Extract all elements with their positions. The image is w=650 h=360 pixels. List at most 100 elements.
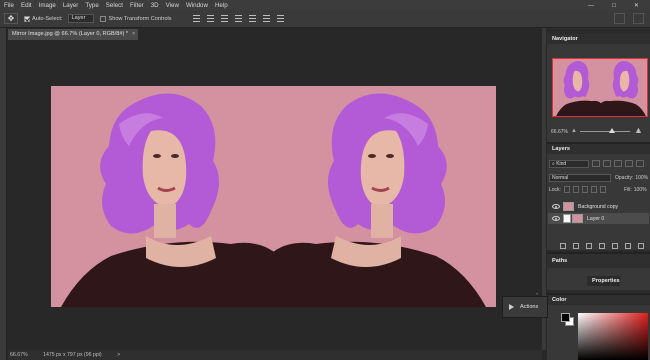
portrait-right bbox=[236, 93, 486, 307]
layer-row-layer-0[interactable]: Layer 0 bbox=[548, 213, 649, 224]
minimize-button[interactable]: — bbox=[588, 2, 594, 9]
photoshop-window: File Edit Image Layer Type Select Filter… bbox=[0, 0, 650, 360]
align-vcenter-icon[interactable] bbox=[206, 14, 216, 23]
align-buttons bbox=[192, 14, 286, 23]
distribute-icon[interactable] bbox=[276, 14, 286, 23]
menu-image[interactable]: Image bbox=[39, 2, 56, 9]
fill-value[interactable]: 100% bbox=[634, 187, 647, 193]
menu-view[interactable]: View bbox=[166, 2, 179, 9]
status-menu-arrow[interactable]: > bbox=[117, 352, 120, 358]
navigator-zoom-slider[interactable] bbox=[580, 131, 630, 132]
filter-pixel-icon[interactable] bbox=[592, 160, 600, 167]
actions-panel[interactable]: Actions bbox=[502, 296, 548, 318]
layer-filter-kind[interactable]: ⌕ Kind bbox=[549, 159, 589, 168]
status-doc-size: 1475 px x 797 px (96 ppi) bbox=[43, 352, 102, 358]
blend-mode-dropdown[interactable]: Normal bbox=[549, 173, 611, 182]
opacity-label: Opacity: bbox=[615, 174, 634, 181]
search-icon[interactable] bbox=[614, 13, 625, 24]
layers-tab[interactable]: Layers bbox=[547, 144, 650, 154]
zoom-slider-handle[interactable] bbox=[609, 128, 615, 133]
visibility-eye-icon[interactable] bbox=[552, 216, 560, 221]
actions-label: Actions bbox=[520, 304, 539, 310]
window-controls: — □ ✕ bbox=[588, 0, 646, 10]
menu-layer[interactable]: Layer bbox=[63, 2, 78, 9]
filter-shape-icon[interactable] bbox=[625, 160, 633, 167]
layer-thumbnail bbox=[572, 214, 583, 223]
lock-image-icon[interactable] bbox=[572, 186, 579, 193]
lock-position-icon[interactable] bbox=[581, 186, 588, 193]
document-canvas[interactable] bbox=[51, 86, 496, 307]
menu-3d[interactable]: 3D bbox=[151, 2, 159, 9]
lock-row: Lock: Fill: 100% bbox=[549, 185, 647, 194]
navigator-zoom-value[interactable]: 66.67% bbox=[551, 129, 568, 135]
navigator-thumbnail[interactable] bbox=[552, 58, 648, 117]
move-tool-icon[interactable]: ✥ bbox=[4, 13, 18, 24]
options-right-tools bbox=[614, 13, 644, 24]
align-hcenter-icon[interactable] bbox=[248, 14, 258, 23]
layers-footer bbox=[560, 243, 644, 249]
transform-controls-label: Show Transform Controls bbox=[108, 15, 172, 22]
play-icon bbox=[509, 304, 514, 310]
zoom-out-icon[interactable]: ▲ bbox=[571, 128, 577, 134]
align-left-icon[interactable] bbox=[234, 14, 244, 23]
adjustment-layer-icon[interactable] bbox=[599, 243, 605, 249]
auto-select-label: Auto-Select: bbox=[32, 15, 63, 22]
lock-transparent-icon[interactable] bbox=[563, 186, 570, 193]
blend-row: Normal Opacity: 100% bbox=[549, 173, 648, 182]
workspace-icon[interactable] bbox=[633, 13, 644, 24]
status-zoom[interactable]: 66.67% bbox=[10, 352, 28, 358]
close-tab-icon[interactable]: × bbox=[132, 31, 135, 37]
layer-row-background-copy[interactable]: Background copy bbox=[548, 201, 649, 212]
new-layer-icon[interactable] bbox=[625, 243, 631, 249]
lock-label: Lock: bbox=[549, 186, 561, 193]
foreground-color-swatch[interactable] bbox=[561, 313, 570, 322]
menu-file[interactable]: File bbox=[4, 2, 14, 9]
align-top-icon[interactable] bbox=[192, 14, 202, 23]
zoom-in-icon[interactable]: ▲ bbox=[634, 125, 643, 135]
opacity-value[interactable]: 100% bbox=[635, 175, 648, 181]
close-button[interactable]: ✕ bbox=[634, 2, 639, 9]
navigator-tab[interactable]: Navigator bbox=[547, 34, 650, 44]
auto-select-checkbox[interactable] bbox=[24, 15, 30, 22]
layers-filter-row: ⌕ Kind bbox=[549, 159, 644, 168]
tools-panel[interactable] bbox=[0, 28, 7, 360]
filter-type-icon[interactable] bbox=[614, 160, 622, 167]
color-tab[interactable]: Color bbox=[547, 295, 650, 305]
lock-all-icon[interactable] bbox=[599, 186, 606, 193]
delete-layer-icon[interactable] bbox=[638, 243, 644, 249]
maximize-button[interactable]: □ bbox=[612, 2, 616, 9]
menu-filter[interactable]: Filter bbox=[130, 2, 144, 9]
align-right-icon[interactable] bbox=[262, 14, 272, 23]
menu-help[interactable]: Help bbox=[215, 2, 228, 9]
align-bottom-icon[interactable] bbox=[220, 14, 230, 23]
document-tab[interactable]: Mirror Image.jpg @ 66.7% (Layer 0, RGB/8… bbox=[8, 29, 138, 40]
menu-window[interactable]: Window bbox=[186, 2, 208, 9]
options-bar: ✥ Auto-Select: Layer Show Transform Cont… bbox=[0, 10, 650, 28]
menu-select[interactable]: Select bbox=[106, 2, 123, 9]
new-group-icon[interactable] bbox=[612, 243, 618, 249]
document-tab-title: Mirror Image.jpg @ 66.7% (Layer 0, RGB/8… bbox=[12, 31, 129, 37]
layer-name: Layer 0 bbox=[587, 215, 605, 222]
lock-artboard-icon[interactable] bbox=[590, 186, 597, 193]
paths-tab[interactable]: Paths bbox=[547, 254, 650, 268]
layer-style-icon[interactable] bbox=[573, 243, 579, 249]
layer-mask-thumbnail bbox=[563, 214, 571, 223]
add-mask-icon[interactable] bbox=[586, 243, 592, 249]
menu-bar: File Edit Image Layer Type Select Filter… bbox=[0, 0, 650, 10]
link-layers-icon[interactable] bbox=[560, 243, 566, 249]
layer-thumbnail bbox=[563, 202, 574, 211]
transform-controls-checkbox[interactable] bbox=[100, 15, 107, 22]
paths-properties-panel: Paths Properties bbox=[547, 254, 650, 290]
color-picker-field[interactable] bbox=[578, 313, 648, 360]
menu-type[interactable]: Type bbox=[85, 2, 98, 9]
status-bar: 66.67% 1475 px x 797 px (96 ppi) > bbox=[8, 350, 542, 360]
properties-tab[interactable]: Properties bbox=[587, 276, 620, 286]
menu-edit[interactable]: Edit bbox=[21, 2, 32, 9]
filter-smart-icon[interactable] bbox=[636, 160, 644, 167]
mirror-image-photo bbox=[61, 93, 486, 307]
navigator-preview bbox=[556, 60, 646, 116]
auto-select-target-dropdown[interactable]: Layer bbox=[68, 14, 95, 23]
filter-adjustment-icon[interactable] bbox=[603, 160, 611, 167]
layer-name: Background copy bbox=[578, 203, 619, 210]
visibility-eye-icon[interactable] bbox=[552, 204, 560, 209]
